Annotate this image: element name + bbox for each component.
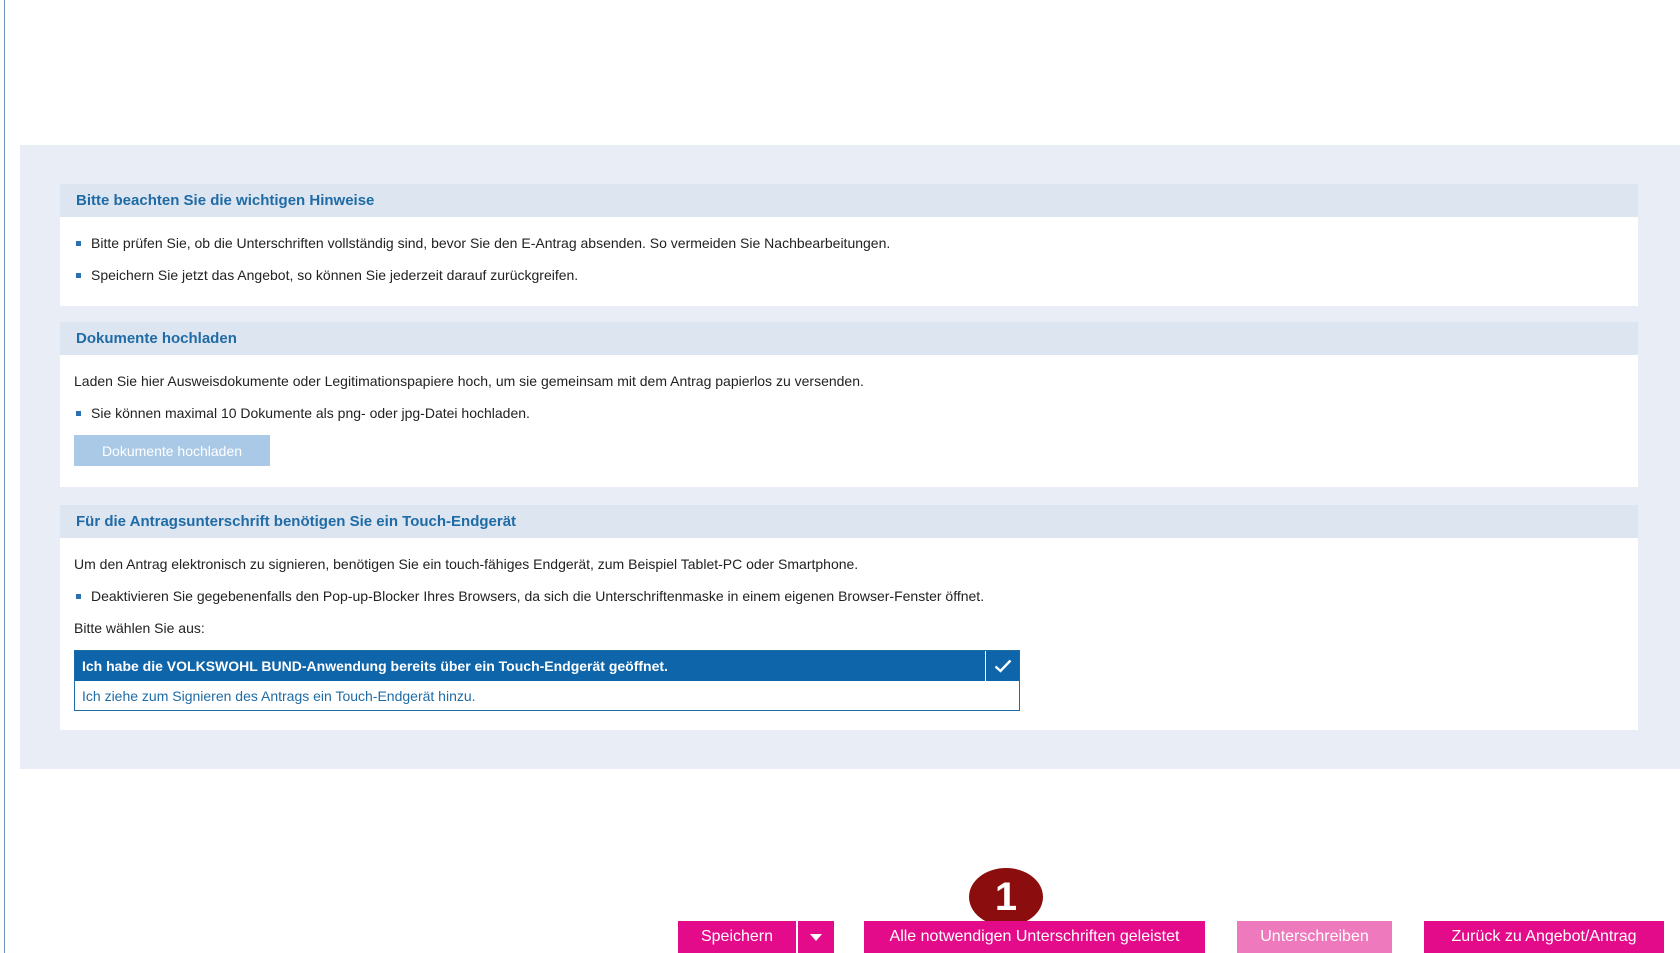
signature-card: Für die Antragsunterschrift benötigen Si… [60, 505, 1638, 730]
step-number-badge: 1 [969, 868, 1043, 926]
hints-card: Bitte beachten Sie die wichtigen Hinweis… [60, 184, 1638, 306]
device-option-already-open[interactable]: Ich habe die VOLKSWOHL BUND-Anwendung be… [75, 651, 1019, 681]
signature-bullet-popup: Deaktivieren Sie gegebenenfalls den Pop-… [74, 580, 1624, 612]
left-border-line [4, 0, 5, 953]
signature-intro-text: Um den Antrag elektronisch zu signieren,… [74, 556, 859, 572]
device-option-list: Ich habe die VOLKSWOHL BUND-Anwendung be… [74, 650, 1020, 711]
back-to-offer-button[interactable]: Zurück zu Angebot/Antrag [1424, 921, 1664, 953]
upload-intro-text: Laden Sie hier Ausweisdokumente oder Leg… [74, 373, 864, 389]
upload-card: Dokumente hochladen Laden Sie hier Auswe… [60, 322, 1638, 487]
hints-bullet-save-offer: Speichern Sie jetzt das Angebot, so könn… [74, 259, 1624, 291]
signature-card-title: Für die Antragsunterschrift benötigen Si… [60, 505, 1638, 538]
all-signatures-done-button[interactable]: Alle notwendigen Unterschriften geleiste… [864, 921, 1205, 953]
save-button[interactable]: Speichern [678, 921, 796, 953]
caret-down-icon [810, 933, 822, 941]
device-option-add-device[interactable]: Ich ziehe zum Signieren des Antrags ein … [75, 681, 1019, 710]
save-options-dropdown-button[interactable] [798, 921, 834, 953]
hints-bullet-check-signatures: Bitte prüfen Sie, ob die Unterschriften … [74, 227, 1624, 259]
device-option-already-open-label: Ich habe die VOLKSWOHL BUND-Anwendung be… [82, 658, 668, 674]
device-option-add-device-label: Ich ziehe zum Signieren des Antrags ein … [82, 687, 476, 704]
upload-card-title: Dokumente hochladen [60, 322, 1638, 355]
sign-button[interactable]: Unterschreiben [1237, 921, 1392, 953]
hints-card-title: Bitte beachten Sie die wichtigen Hinweis… [60, 184, 1638, 217]
upload-documents-button[interactable]: Dokumente hochladen [74, 435, 270, 466]
upload-bullet-limit: Sie können maximal 10 Dokumente als png-… [74, 397, 1624, 429]
signature-choose-label: Bitte wählen Sie aus: [74, 620, 205, 636]
checkmark-icon [985, 651, 1019, 681]
